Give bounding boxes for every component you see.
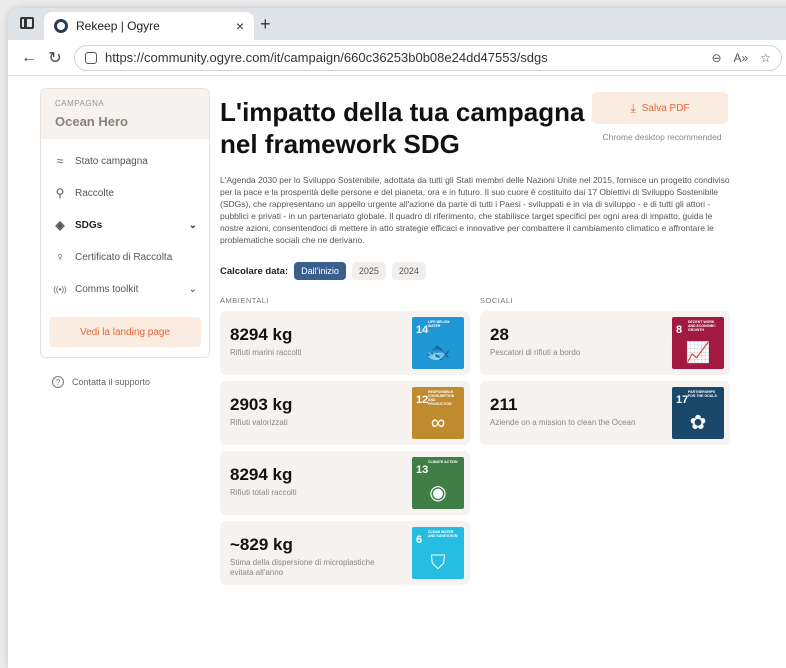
filter-2024[interactable]: 2024	[391, 262, 426, 280]
sdg-text: CLEAN WATER AND SANITATION	[428, 530, 458, 538]
sdg-text: DECENT WORK AND ECONOMIC GROWTH	[688, 320, 716, 332]
kpi-caption: Pescatori di rifiuti a bordo	[490, 348, 581, 357]
tab-title: Rekeep | Ogyre	[76, 19, 160, 33]
chevron-down-icon[interactable]: ⌄	[189, 220, 197, 231]
sidebar-card: CAMPAGNA Ocean Hero ≈ Stato campagna ⚲ R…	[40, 88, 210, 358]
campaign-label: CAMPAGNA	[55, 99, 105, 108]
main-content: L'impatto della tua campagna nel framewo…	[220, 92, 740, 591]
sdg-goal-icon: 13 CLIMATE ACTION ◉	[412, 457, 464, 509]
reload-icon[interactable]: ↻	[42, 48, 68, 68]
tab-strip-icon[interactable]	[20, 17, 34, 29]
chevron-down-icon[interactable]: ⌄	[189, 284, 197, 295]
ambientali-title: AMBIENTALI	[220, 296, 270, 305]
sociali-column: SOCIALI 28 Pescatori di rifiuti a bordo 8 D…	[480, 296, 730, 591]
sdg-text: RESPONSIBLE CONSUMPTION AND PRODUCTION	[428, 390, 455, 406]
filter-2025[interactable]: 2025	[351, 262, 386, 280]
sdg-goal-icon: 6 CLEAN WATER AND SANITATION ⛉	[412, 527, 464, 579]
kpi-caption: Rifiuti valorizzati	[230, 418, 288, 427]
browser-window: Rekeep | Ogyre × + ← ↻ https://community…	[8, 8, 786, 668]
kpi-caption: Rifiuti marini raccolti	[230, 348, 302, 357]
sdg-text: LIFE BELOW WATER	[428, 320, 450, 328]
zoom-icon[interactable]: ⊖	[711, 51, 721, 65]
sidebar-item-label: Raccolte	[75, 187, 114, 199]
sidebar-item-sdgs[interactable]: ◈ SDGs ⌄	[41, 209, 209, 241]
tab-bar: Rekeep | Ogyre × +	[8, 8, 786, 40]
support-link[interactable]: ? Contatta il supporto	[40, 376, 210, 388]
sdg-number: 8	[676, 324, 683, 336]
date-filter: Calcolare data: Dall'inizio 2025 2024	[220, 262, 740, 280]
sdg-number: 14	[416, 324, 429, 336]
wave-icon: ≈	[56, 154, 64, 168]
sdg-glyph-icon: ✿	[689, 412, 707, 434]
landing-page-button[interactable]: Vedi la landing page	[49, 317, 201, 347]
kpi-caption: Aziende on a mission to clean the Ocean	[490, 418, 636, 427]
kpi-columns: AMBIENTALI 8294 kg Rifiuti marini raccolt…	[220, 296, 740, 591]
sdg-glyph-icon: 🐟	[425, 342, 451, 364]
sidebar: CAMPAGNA Ocean Hero ≈ Stato campagna ⚲ R…	[40, 88, 210, 388]
sdg-goal-icon: 14 LIFE BELOW WATER 🐟	[412, 317, 464, 369]
new-tab-icon[interactable]: +	[260, 14, 271, 35]
kpi-caption: Rifiuti totali raccolti	[230, 488, 297, 497]
calc-label: Calcolare data:	[220, 265, 289, 277]
sdg-text: CLIMATE ACTION	[428, 460, 458, 464]
sidebar-nav: ≈ Stato campagna ⚲ Raccolte ◈ SDGs ⌄ ♀ C…	[41, 139, 209, 311]
kpi-card: 8294 kg Rifiuti totali raccolti 13 CLIMATE …	[220, 451, 470, 515]
kpi-caption: Stima della dispersione di microplastich…	[230, 558, 375, 577]
sidebar-item-label: Comms toolkit	[75, 283, 139, 295]
url-text[interactable]: https://community.ogyre.com/it/campaign/…	[105, 50, 699, 65]
ogyre-favicon-icon	[54, 19, 68, 33]
read-aloud-icon[interactable]: A»	[734, 51, 749, 65]
sdg-glyph-icon: ⛉	[430, 552, 446, 574]
sidebar-item-raccolte[interactable]: ⚲ Raccolte	[41, 177, 209, 209]
sdg-number: 6	[416, 534, 423, 546]
kpi-card: 2903 kg Rifiuti valorizzati 12 RESPONSIBLE …	[220, 381, 470, 445]
sidebar-item-label: SDGs	[75, 219, 103, 231]
sdg-text: PARTNERSHIPS FOR THE GOALS	[688, 390, 717, 398]
sidebar-item-stato-campagna[interactable]: ≈ Stato campagna	[41, 145, 209, 177]
filter-all-time[interactable]: Dall'inizio	[294, 262, 346, 280]
sdg-glyph-icon: ◉	[429, 482, 447, 504]
lock-icon[interactable]	[85, 51, 97, 64]
broadcast-icon: ((•))	[53, 284, 67, 294]
back-icon[interactable]: ←	[16, 49, 42, 67]
campaign-header: CAMPAGNA Ocean Hero	[41, 89, 209, 139]
save-pdf-button[interactable]: ⤓ Salva PDF	[592, 92, 728, 124]
save-pdf-label: Salva PDF	[641, 102, 690, 114]
sidebar-item-certificato[interactable]: ♀ Certificato di Raccolta	[41, 241, 209, 273]
page-title: L'impatto della tua campagna nel framewo…	[220, 97, 585, 159]
layers-icon: ◈	[55, 218, 65, 232]
sdg-goal-icon: 17 PARTNERSHIPS FOR THE GOALS ✿	[672, 387, 724, 439]
help-icon: ?	[52, 376, 64, 388]
favorite-icon[interactable]: ☆	[760, 51, 771, 65]
sdg-goal-icon: 12 RESPONSIBLE CONSUMPTION AND PRODUCTION…	[412, 387, 464, 439]
sdg-number: 13	[416, 464, 429, 476]
certificate-icon: ♀	[55, 250, 65, 264]
campaign-name: Ocean Hero	[55, 114, 128, 129]
sdg-number: 12	[416, 394, 429, 406]
sidebar-item-label: Stato campagna	[75, 155, 148, 167]
sdg-goal-icon: 8 DECENT WORK AND ECONOMIC GROWTH 📈	[672, 317, 724, 369]
kpi-card: 28 Pescatori di rifiuti a bordo 8 DECENT WO…	[480, 311, 730, 375]
sidebar-item-comms-toolkit[interactable]: ((•)) Comms toolkit ⌄	[41, 273, 209, 305]
address-bar: ← ↻ https://community.ogyre.com/it/campa…	[8, 40, 786, 76]
kpi-card: 8294 kg Rifiuti marini raccolti 14 LIFE BEL…	[220, 311, 470, 375]
url-field[interactable]: https://community.ogyre.com/it/campaign/…	[74, 44, 782, 71]
description: L'Agenda 2030 per lo Sviluppo Sostenibil…	[220, 175, 730, 245]
chrome-note: Chrome desktop recommended	[602, 132, 722, 142]
sociali-title: SOCIALI	[480, 296, 514, 305]
sdg-glyph-icon: ∞	[430, 412, 446, 434]
tab-rekeep[interactable]: Rekeep | Ogyre ×	[44, 12, 254, 40]
sdg-number: 17	[676, 394, 689, 406]
pin-icon: ⚲	[55, 186, 65, 200]
sidebar-item-label: Certificato di Raccolta	[75, 251, 173, 263]
page-content: CAMPAGNA Ocean Hero ≈ Stato campagna ⚲ R…	[8, 76, 786, 668]
download-icon: ⤓	[630, 100, 636, 115]
kpi-card: ~829 kg Stima della dispersione di microp…	[220, 521, 470, 585]
support-label: Contatta il supporto	[72, 377, 151, 387]
sdg-glyph-icon: 📈	[685, 342, 711, 364]
kpi-card: 211 Aziende on a mission to clean the Oce…	[480, 381, 730, 445]
ambientali-column: AMBIENTALI 8294 kg Rifiuti marini raccolt…	[220, 296, 470, 591]
tab-close-icon[interactable]: ×	[236, 18, 244, 34]
